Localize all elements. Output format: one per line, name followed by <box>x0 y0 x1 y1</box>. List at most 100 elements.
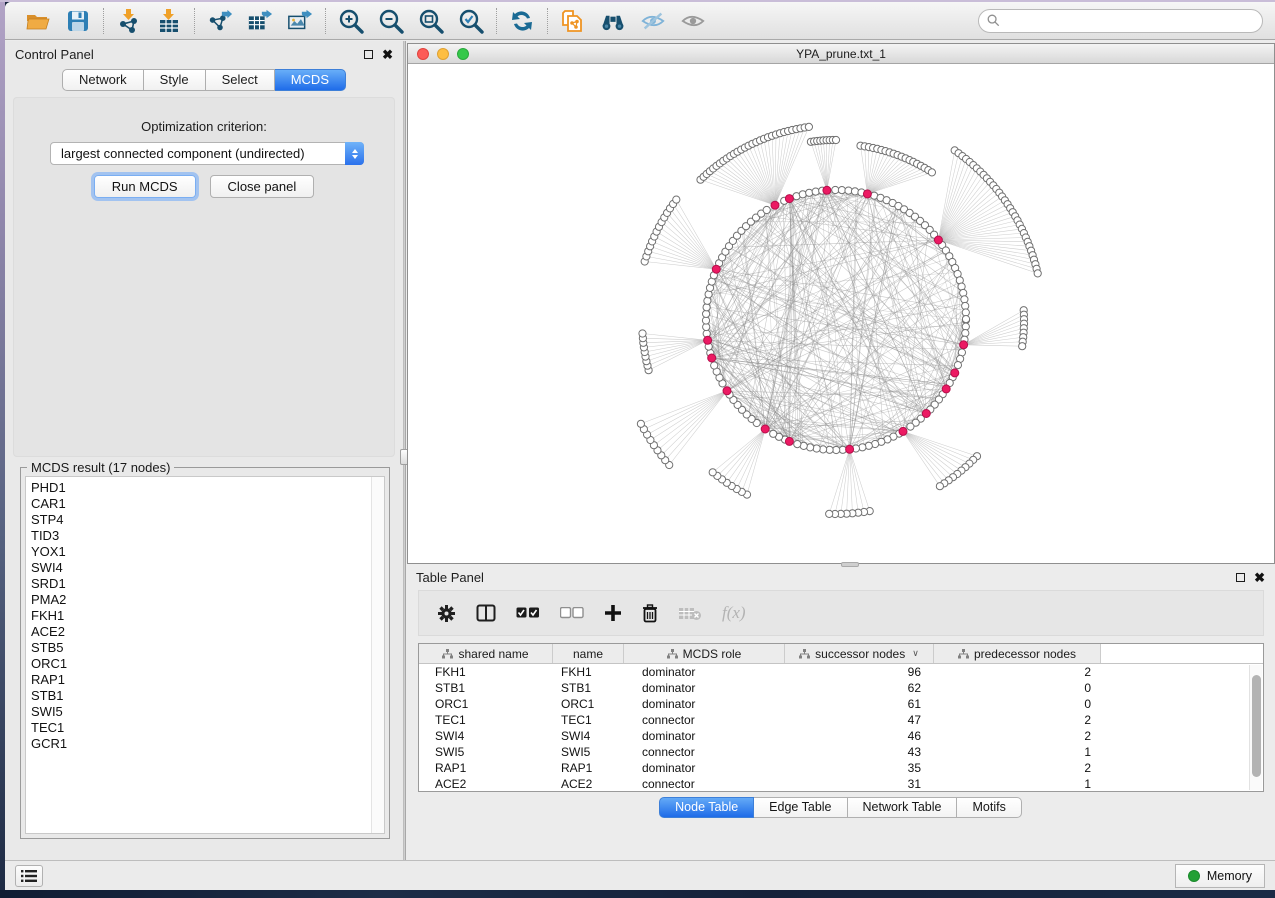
sort-indicator-icon[interactable]: ∨ <box>912 648 919 659</box>
tab-mcds[interactable]: MCDS <box>275 69 346 91</box>
float-panel-icon[interactable] <box>364 50 373 59</box>
mcds-result-list[interactable]: PHD1CAR1STP4TID3YOX1SWI4SRD1PMA2FKH1ACE2… <box>25 476 385 834</box>
zoom-out-button[interactable] <box>378 8 404 34</box>
mcds-hub-node[interactable] <box>708 354 716 362</box>
ring-node[interactable] <box>851 188 858 195</box>
cell-shared-name[interactable]: TEC1 <box>419 713 553 727</box>
network-canvas[interactable] <box>408 64 1274 563</box>
table-row[interactable]: SWI4SWI4dominator462 <box>419 728 1263 744</box>
column-header-successor-nodes[interactable]: successor nodes∨ <box>785 644 934 663</box>
cell-mcds-role[interactable]: connector <box>624 745 785 759</box>
mcds-result-item[interactable]: YOX1 <box>31 544 384 560</box>
mcds-hub-node[interactable] <box>899 427 907 435</box>
leaf-node[interactable] <box>936 483 943 490</box>
cell-predecessor-nodes[interactable]: 2 <box>934 761 1101 775</box>
select-all-button[interactable] <box>516 607 540 619</box>
optimization-criterion-select[interactable]: largest connected component (undirected) <box>50 142 364 165</box>
cell-predecessor-nodes[interactable]: 1 <box>934 777 1101 791</box>
cell-shared-name[interactable]: RAP1 <box>419 761 553 775</box>
table-row[interactable]: STB1STB1dominator620 <box>419 680 1263 696</box>
table-row[interactable]: SWI5SWI5connector431 <box>419 744 1263 760</box>
mcds-result-item[interactable]: STB5 <box>31 640 384 656</box>
mcds-hub-node[interactable] <box>704 336 712 344</box>
leaf-node[interactable] <box>1019 343 1026 350</box>
first-neighbors-button[interactable] <box>600 8 626 34</box>
table-row[interactable]: ORC1ORC1dominator610 <box>419 696 1263 712</box>
ring-node[interactable] <box>962 330 969 337</box>
mcds-result-item[interactable]: STP4 <box>31 512 384 528</box>
deselect-all-button[interactable] <box>560 607 584 619</box>
cell-successor-nodes[interactable]: 46 <box>785 729 934 743</box>
mcds-hub-node[interactable] <box>922 410 930 418</box>
delete-row-button[interactable] <box>642 604 658 623</box>
tab-network[interactable]: Network <box>62 69 144 91</box>
cell-mcds-role[interactable]: connector <box>624 777 785 791</box>
cell-predecessor-nodes[interactable]: 2 <box>934 729 1101 743</box>
mcds-hub-node[interactable] <box>934 236 942 244</box>
mcds-hub-node[interactable] <box>712 265 720 273</box>
table-row[interactable]: TEC1TEC1connector472 <box>419 712 1263 728</box>
mcds-hub-node[interactable] <box>823 186 831 194</box>
cell-mcds-role[interactable]: dominator <box>624 761 785 775</box>
cell-mcds-role[interactable]: dominator <box>624 697 785 711</box>
cell-successor-nodes[interactable]: 35 <box>785 761 934 775</box>
node-table[interactable]: shared namenameMCDS rolesuccessor nodes∨… <box>418 643 1264 792</box>
table-row[interactable]: FKH1FKH1dominator962 <box>419 664 1263 680</box>
search-input[interactable] <box>978 9 1263 33</box>
close-panel-button[interactable]: Close panel <box>210 175 315 198</box>
tab-motifs[interactable]: Motifs <box>957 797 1021 818</box>
apply-layout-button[interactable] <box>509 8 535 34</box>
leaf-node[interactable] <box>639 330 646 337</box>
show-panels-menu-button[interactable] <box>15 865 43 887</box>
export-network-button[interactable] <box>207 8 233 34</box>
mcds-hub-node[interactable] <box>785 195 793 203</box>
cell-successor-nodes[interactable]: 61 <box>785 697 934 711</box>
horizontal-splitter-grabber[interactable] <box>841 562 859 567</box>
cell-name[interactable]: STB1 <box>553 681 624 695</box>
import-network-button[interactable] <box>116 8 142 34</box>
export-image-button[interactable] <box>287 8 313 34</box>
ring-node[interactable] <box>954 362 961 369</box>
mcds-result-item[interactable]: PHD1 <box>31 480 384 496</box>
clone-network-button[interactable] <box>560 8 586 34</box>
memory-button[interactable]: Memory <box>1175 864 1265 888</box>
ring-node[interactable] <box>961 296 968 303</box>
show-all-button[interactable] <box>680 8 706 34</box>
cell-name[interactable]: RAP1 <box>553 761 624 775</box>
mcds-result-item[interactable]: FKH1 <box>31 608 384 624</box>
leaf-node[interactable] <box>709 469 716 476</box>
mcds-result-item[interactable]: ORC1 <box>31 656 384 672</box>
cell-successor-nodes[interactable]: 62 <box>785 681 934 695</box>
zoom-in-button[interactable] <box>338 8 364 34</box>
cell-predecessor-nodes[interactable]: 1 <box>934 745 1101 759</box>
show-columns-button[interactable] <box>476 604 496 622</box>
table-settings-button[interactable] <box>437 604 456 623</box>
leaf-node[interactable] <box>826 510 833 517</box>
ring-node[interactable] <box>838 187 845 194</box>
ring-node[interactable] <box>703 310 710 317</box>
mcds-hub-node[interactable] <box>723 387 731 395</box>
save-session-button[interactable] <box>65 8 91 34</box>
mcds-result-item[interactable]: SRD1 <box>31 576 384 592</box>
zoom-selected-button[interactable] <box>458 8 484 34</box>
mcds-result-item[interactable]: STB1 <box>31 688 384 704</box>
cell-predecessor-nodes[interactable]: 0 <box>934 681 1101 695</box>
cell-shared-name[interactable]: STB1 <box>419 681 553 695</box>
ring-node[interactable] <box>859 444 866 451</box>
add-row-button[interactable] <box>604 604 622 622</box>
mcds-result-item[interactable]: PMA2 <box>31 592 384 608</box>
leaf-node[interactable] <box>805 123 812 130</box>
leaf-node[interactable] <box>673 196 680 203</box>
mcds-hub-node[interactable] <box>942 385 950 393</box>
ring-node[interactable] <box>763 206 770 213</box>
cell-successor-nodes[interactable]: 31 <box>785 777 934 791</box>
column-header-name[interactable]: name <box>553 644 624 663</box>
mcds-result-item[interactable]: RAP1 <box>31 672 384 688</box>
leaf-node[interactable] <box>1034 270 1041 277</box>
ring-node[interactable] <box>704 297 711 304</box>
cell-name[interactable]: TEC1 <box>553 713 624 727</box>
export-table-button[interactable] <box>247 8 273 34</box>
column-header-predecessor-nodes[interactable]: predecessor nodes <box>934 644 1101 663</box>
mcds-result-item[interactable]: GCR1 <box>31 736 384 752</box>
mcds-hub-node[interactable] <box>863 190 871 198</box>
